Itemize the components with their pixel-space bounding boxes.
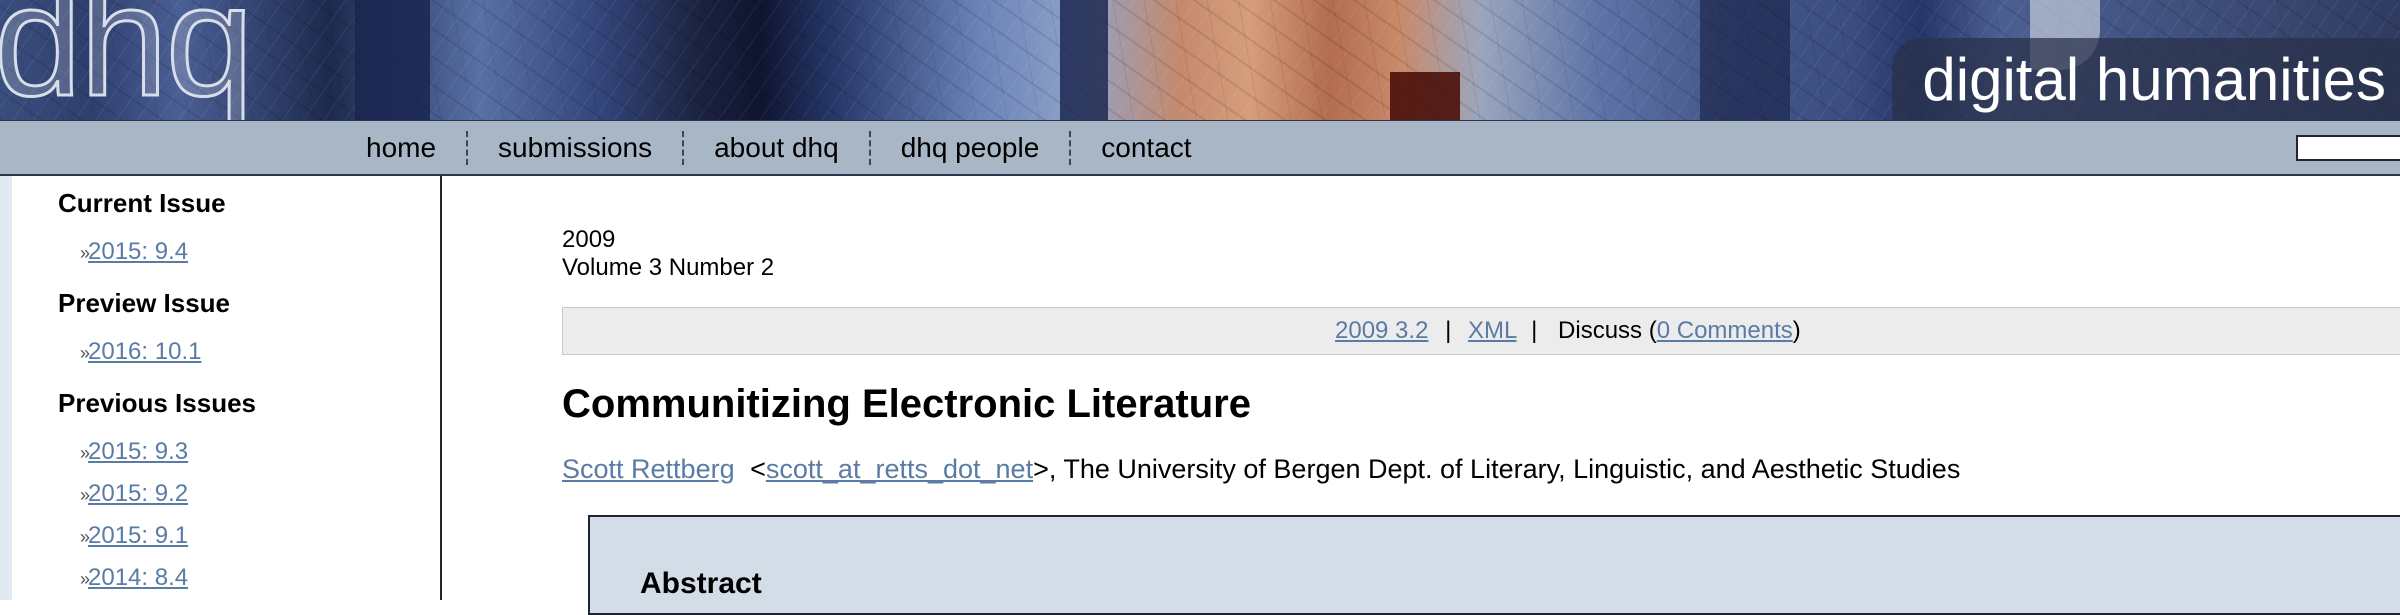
double-chevron-icon: » bbox=[80, 443, 90, 463]
toolbar-separator: | bbox=[1531, 317, 1538, 344]
article-toolbar: 2009 3.2 | XML | Discuss (0 Comments) bbox=[562, 307, 2400, 355]
sidebar-link-previous-issue[interactable]: »2014: 8.4 bbox=[80, 564, 188, 592]
search-input[interactable] bbox=[2296, 135, 2400, 161]
sidebar-link-label[interactable]: 2015: 9.2 bbox=[88, 480, 188, 507]
sidebar: Current Issue »2015: 9.4 Preview Issue »… bbox=[12, 176, 442, 600]
sidebar-link-preview-issue[interactable]: »2016: 10.1 bbox=[80, 338, 201, 366]
issue-volume: Volume 3 Number 2 bbox=[562, 254, 775, 281]
sidebar-heading-previous-issues: Previous Issues bbox=[58, 388, 256, 418]
sidebar-edge bbox=[0, 176, 12, 600]
xml-link[interactable]: XML bbox=[1468, 317, 1516, 344]
discuss-label: Discuss ( bbox=[1558, 317, 1657, 344]
double-chevron-icon: » bbox=[80, 485, 90, 505]
comments-link[interactable]: 0 Comments bbox=[1657, 317, 1793, 344]
nav-about-dhq[interactable]: about dhq bbox=[684, 131, 871, 165]
banner-shape bbox=[355, 0, 430, 120]
sidebar-link-label[interactable]: 2016: 10.1 bbox=[88, 338, 201, 365]
author-affiliation: >, The University of Bergen Dept. of Lit… bbox=[1033, 454, 1961, 484]
sidebar-link-previous-issue[interactable]: »2015: 9.1 bbox=[80, 522, 188, 550]
nav-submissions[interactable]: submissions bbox=[468, 131, 685, 165]
sidebar-link-label[interactable]: 2015: 9.3 bbox=[88, 438, 188, 465]
banner-shape bbox=[1700, 0, 1790, 120]
nav-home[interactable]: home bbox=[336, 131, 469, 165]
nav-dhq-people[interactable]: dhq people bbox=[871, 131, 1072, 165]
discuss-label-close: ) bbox=[1792, 317, 1801, 344]
sidebar-link-previous-issue[interactable]: »2015: 9.3 bbox=[80, 438, 188, 466]
abstract-box: Abstract bbox=[588, 515, 2400, 615]
toolbar-separator: | bbox=[1445, 317, 1452, 344]
main-content: 2009 Volume 3 Number 2 2009 3.2 | XML | … bbox=[444, 176, 2400, 615]
banner-shape bbox=[1390, 72, 1460, 120]
main-nav: home submissions about dhq dhq people co… bbox=[0, 120, 2400, 176]
sidebar-link-label[interactable]: 2015: 9.1 bbox=[88, 522, 188, 549]
author-byline: Scott Rettberg <scott_at_retts_dot_net>,… bbox=[562, 454, 1960, 485]
article-title: Communitizing Electronic Literature bbox=[562, 382, 1251, 426]
author-name-link[interactable]: Scott Rettberg bbox=[562, 454, 735, 484]
double-chevron-icon: » bbox=[80, 243, 90, 263]
double-chevron-icon: » bbox=[80, 569, 90, 589]
nav-items: home submissions about dhq dhq people co… bbox=[336, 121, 1222, 175]
author-email-link[interactable]: scott_at_retts_dot_net bbox=[766, 454, 1033, 484]
toolbar-links: 2009 3.2 | XML | Discuss (0 Comments) bbox=[1335, 308, 1801, 354]
banner-shape bbox=[1060, 0, 1108, 120]
sidebar-heading-current-issue: Current Issue bbox=[58, 188, 226, 218]
issue-link[interactable]: 2009 3.2 bbox=[1335, 317, 1428, 344]
nav-contact[interactable]: contact bbox=[1071, 131, 1221, 165]
site-title: digital humanities bbox=[1892, 38, 2400, 120]
email-open-bracket: < bbox=[750, 454, 766, 484]
abstract-heading: Abstract bbox=[640, 567, 762, 600]
issue-year: 2009 bbox=[562, 226, 616, 253]
sidebar-heading-preview-issue: Preview Issue bbox=[58, 288, 230, 318]
header-banner: dhq digital humanities bbox=[0, 0, 2400, 120]
sidebar-link-current-issue[interactable]: »2015: 9.4 bbox=[80, 238, 188, 266]
double-chevron-icon: » bbox=[80, 343, 90, 363]
sidebar-link-label[interactable]: 2015: 9.4 bbox=[88, 238, 188, 265]
site-logo[interactable]: dhq bbox=[0, 0, 255, 120]
double-chevron-icon: » bbox=[80, 527, 90, 547]
sidebar-link-label[interactable]: 2014: 8.4 bbox=[88, 564, 188, 591]
sidebar-link-previous-issue[interactable]: »2015: 9.2 bbox=[80, 480, 188, 508]
